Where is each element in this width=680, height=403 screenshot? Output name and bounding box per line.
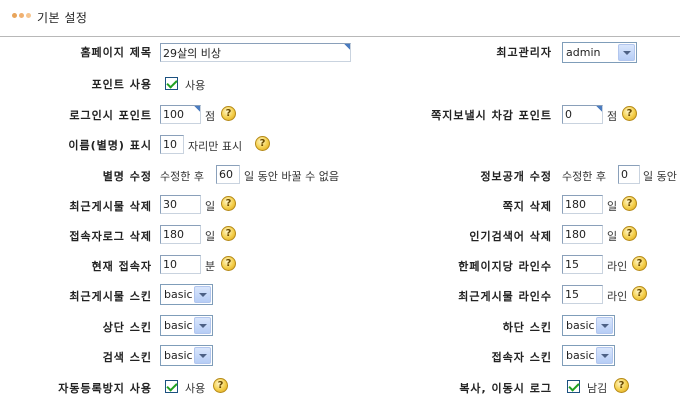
access-log-delete-input[interactable] — [160, 225, 201, 244]
help-question-icon[interactable]: ? — [622, 106, 637, 121]
recent-post-lines-input[interactable] — [562, 285, 603, 304]
search-skin-value: basic — [164, 349, 193, 362]
captcha-use-checkbox[interactable] — [165, 380, 178, 393]
captcha-use-label: 자동등록방지 사용 — [58, 382, 152, 395]
info-open-edit-prefix: 수정한 후 — [562, 170, 606, 183]
login-point-label: 로그인시 포인트 — [69, 109, 152, 122]
memo-point-unit: 점 — [607, 110, 618, 123]
recent-post-delete-input[interactable] — [160, 195, 201, 214]
help-question-icon[interactable]: ? — [632, 286, 647, 301]
copy-move-log-checkbox[interactable] — [567, 380, 580, 393]
recent-post-delete-label: 최근게시물 삭제 — [69, 200, 152, 213]
current-visitors-label: 현재 접속자 — [91, 260, 152, 273]
nickname-edit-prefix: 수정한 후 — [160, 170, 204, 183]
memo-point-label: 쪽지보낼시 차감 포인트 — [431, 109, 552, 122]
recent-post-lines-unit: 라인 — [607, 290, 628, 303]
help-question-icon[interactable]: ? — [622, 226, 637, 241]
popular-search-delete-unit: 일 — [607, 230, 618, 243]
memo-delete-unit: 일 — [607, 200, 618, 213]
help-question-icon[interactable]: ? — [221, 106, 236, 121]
chevron-down-icon[interactable] — [596, 317, 613, 334]
search-skin-label: 검색 스킨 — [102, 351, 152, 364]
bottom-skin-select[interactable]: basic — [562, 315, 615, 336]
lines-per-page-input[interactable] — [562, 255, 603, 274]
homepage-title-input[interactable] — [160, 43, 351, 62]
chevron-down-icon[interactable] — [194, 286, 211, 303]
top-skin-select[interactable]: basic — [160, 315, 213, 336]
memo-point-input[interactable] — [562, 105, 603, 124]
super-admin-value: admin — [566, 46, 601, 59]
popular-search-delete-input[interactable] — [562, 225, 603, 244]
nickname-edit-input[interactable] — [216, 165, 240, 184]
memo-delete-label: 쪽지 삭제 — [502, 200, 552, 213]
chevron-down-icon[interactable] — [618, 44, 635, 61]
visitor-skin-value: basic — [566, 349, 595, 362]
popular-search-delete-label: 인기검색어 삭제 — [469, 230, 552, 243]
recent-post-lines-label: 최근게시물 라인수 — [458, 290, 552, 303]
info-open-edit-suffix: 일 동안 — [643, 170, 677, 183]
bottom-skin-label: 하단 스킨 — [502, 321, 552, 334]
recent-post-skin-select[interactable]: basic — [160, 284, 213, 305]
super-admin-select[interactable]: admin — [562, 42, 637, 63]
chevron-down-icon[interactable] — [596, 347, 613, 364]
info-open-edit-input[interactable] — [618, 165, 640, 184]
help-question-icon[interactable]: ? — [221, 196, 236, 211]
homepage-title-label: 홈페이지 제목 — [80, 46, 152, 59]
recent-post-delete-unit: 일 — [205, 200, 216, 213]
help-question-icon[interactable]: ? — [221, 226, 236, 241]
point-use-check-label: 사용 — [185, 79, 206, 92]
nickname-display-label: 이름(별명) 표시 — [68, 139, 152, 152]
section-title: 기본 설정 — [37, 11, 88, 25]
point-use-checkbox[interactable] — [165, 77, 178, 90]
login-point-input[interactable] — [160, 105, 201, 124]
help-question-icon[interactable]: ? — [213, 378, 228, 393]
help-question-icon[interactable]: ? — [255, 136, 270, 151]
help-question-icon[interactable]: ? — [632, 256, 647, 271]
chevron-down-icon[interactable] — [194, 347, 211, 364]
top-skin-value: basic — [164, 319, 193, 332]
bullet-dots-icon — [12, 12, 32, 20]
help-question-icon[interactable]: ? — [614, 378, 629, 393]
chevron-down-icon[interactable] — [194, 317, 211, 334]
lines-per-page-label: 한페이지당 라인수 — [458, 260, 552, 273]
lines-per-page-unit: 라인 — [607, 260, 628, 273]
point-use-label: 포인트 사용 — [91, 78, 152, 91]
current-visitors-input[interactable] — [160, 255, 201, 274]
help-question-icon[interactable]: ? — [221, 256, 236, 271]
top-skin-label: 상단 스킨 — [102, 321, 152, 334]
search-skin-select[interactable]: basic — [160, 345, 213, 366]
memo-delete-input[interactable] — [562, 195, 603, 214]
header-divider — [0, 36, 680, 37]
access-log-delete-label: 접속자로그 삭제 — [69, 230, 152, 243]
access-log-delete-unit: 일 — [205, 230, 216, 243]
bottom-skin-value: basic — [566, 319, 595, 332]
nickname-edit-label: 별명 수정 — [102, 170, 152, 183]
info-open-edit-label: 정보공개 수정 — [480, 170, 552, 183]
super-admin-label: 최고관리자 — [496, 46, 552, 59]
captcha-use-check-label: 사용 — [185, 382, 206, 395]
section-header: 기본 설정 — [0, 0, 680, 37]
visitor-skin-label: 접속자 스킨 — [491, 351, 552, 364]
nickname-edit-suffix: 일 동안 바꿀 수 없음 — [244, 170, 339, 183]
visitor-skin-select[interactable]: basic — [562, 345, 615, 366]
copy-move-log-label: 복사, 이동시 로그 — [459, 382, 552, 395]
help-question-icon[interactable]: ? — [622, 196, 637, 211]
login-point-unit: 점 — [205, 110, 216, 123]
recent-post-skin-label: 최근게시물 스킨 — [69, 290, 152, 303]
recent-post-skin-value: basic — [164, 288, 193, 301]
current-visitors-unit: 분 — [205, 260, 216, 273]
nickname-display-input[interactable] — [160, 135, 184, 154]
nickname-display-suffix: 자리만 표시 — [188, 140, 243, 153]
copy-move-log-check-label: 남김 — [587, 382, 608, 395]
